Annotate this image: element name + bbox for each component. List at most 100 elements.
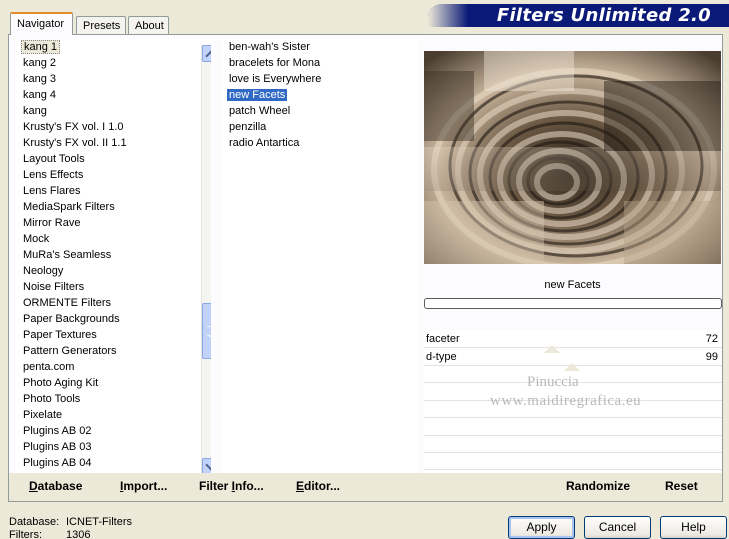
category-item-label: Mock	[23, 233, 50, 245]
scroll-thumb[interactable]	[202, 303, 211, 359]
param-label: faceter	[426, 333, 460, 345]
category-item-label: kang 4	[23, 89, 57, 101]
category-item[interactable]: Layout Tools	[15, 151, 211, 167]
category-item-label: Photo Aging Kit	[23, 377, 99, 389]
filters-count-label: Filters:	[9, 529, 42, 539]
category-item[interactable]: Paper Backgrounds	[15, 311, 211, 327]
category-item-label: Plugins AB 04	[23, 457, 92, 469]
category-item-label: Krusty's FX vol. II 1.1	[23, 137, 127, 149]
filter-info-button[interactable]: Filter Info...	[199, 479, 264, 493]
category-item-label: Pattern Generators	[23, 345, 117, 357]
filter-item[interactable]: bracelets for Mona	[222, 55, 418, 71]
app-title: Filters Unlimited 2.0	[496, 5, 711, 26]
category-item[interactable]: penta.com	[15, 359, 211, 375]
filter-item-label: bracelets for Mona	[229, 57, 321, 69]
filter-item-label: radio Antartica	[229, 137, 300, 149]
navigator-panel: kang 1 kang 2 kang 3 kang 4 kang Krusty's FX …	[8, 34, 723, 502]
category-item[interactable]: Plugins AB 03	[15, 439, 211, 455]
category-item-label: Layout Tools	[23, 153, 85, 165]
category-item-label: Plugins AB 02	[23, 425, 92, 437]
watermark-name: Pinuccia	[527, 374, 579, 390]
randomize-button[interactable]: Randomize	[566, 479, 630, 493]
category-item[interactable]: kang	[15, 103, 211, 119]
category-item[interactable]: Neology	[15, 263, 211, 279]
app-banner: Filters Unlimited 2.0	[428, 4, 729, 27]
database-value: ICNET-Filters	[66, 516, 132, 528]
filter-item-label: ben-wah's Sister	[229, 41, 310, 53]
category-item-label: kang 1	[21, 40, 61, 54]
category-item[interactable]: Plugins AB 02	[15, 423, 211, 439]
category-item-label: kang	[23, 105, 47, 117]
category-item[interactable]: Paper Textures	[15, 327, 211, 343]
category-item[interactable]: kang 1	[15, 39, 211, 55]
filter-item[interactable]: patch Wheel	[222, 103, 418, 119]
category-item[interactable]: MuRa's Seamless	[15, 247, 211, 263]
category-item[interactable]: kang 2	[15, 55, 211, 71]
category-item[interactable]: Noise Filters	[15, 279, 211, 295]
category-item[interactable]: Mirror Rave	[15, 215, 211, 231]
category-item-label: ORMENTE Filters	[23, 297, 111, 309]
category-item-label: Neology	[23, 265, 64, 277]
category-item[interactable]: Pixelate	[15, 407, 211, 423]
category-item[interactable]: Mock	[15, 231, 211, 247]
category-item-label: Krusty's FX vol. I 1.0	[23, 121, 124, 133]
status-info: Database: ICNET-Filters Filters: 1306	[9, 516, 132, 539]
category-item-label: MuRa's Seamless	[23, 249, 112, 261]
import-button[interactable]: Import...	[120, 479, 167, 493]
category-list[interactable]: kang 1 kang 2 kang 3 kang 4 kang Krusty's FX …	[15, 39, 211, 473]
filter-item[interactable]: new Facets	[222, 87, 418, 103]
cancel-button[interactable]: Cancel	[584, 516, 651, 539]
param-value: 99	[705, 351, 718, 363]
category-item[interactable]: Plugins AB 04	[15, 455, 211, 471]
category-item[interactable]: Lens Flares	[15, 183, 211, 199]
param-label: d-type	[426, 351, 457, 363]
category-item[interactable]: ORMENTE Filters	[15, 295, 211, 311]
filter-item[interactable]: love is Everywhere	[222, 71, 418, 87]
facets-preview-graphic	[424, 51, 721, 264]
progress-bar	[424, 298, 722, 309]
category-item-label: Mirror Rave	[23, 217, 81, 229]
category-item[interactable]: kang 4	[15, 87, 211, 103]
filter-item[interactable]: ben-wah's Sister	[222, 39, 418, 55]
help-button[interactable]: Help	[660, 516, 727, 539]
tab-navigator[interactable]: Navigator	[10, 12, 73, 35]
category-item-label: kang 2	[23, 57, 57, 69]
scroll-down-arrow-icon[interactable]	[202, 458, 211, 473]
category-item-label: Paper Textures	[23, 329, 97, 341]
category-item[interactable]: Lens Effects	[15, 167, 211, 183]
database-button[interactable]: Database	[29, 479, 82, 493]
reset-button[interactable]: Reset	[665, 479, 698, 493]
category-item[interactable]: kang 3	[15, 71, 211, 87]
filter-list[interactable]: ben-wah's Sister bracelets for Mona love i…	[222, 39, 418, 473]
category-item-label: Noise Filters	[23, 281, 85, 293]
param-row-empty	[424, 418, 722, 436]
filter-item[interactable]: radio Antartica	[222, 135, 418, 151]
apply-button[interactable]: Apply	[508, 516, 575, 539]
filter-item[interactable]: penzilla	[222, 119, 418, 135]
preview-image	[424, 51, 721, 264]
category-item-label: Lens Flares	[23, 185, 81, 197]
param-row-empty	[424, 453, 722, 471]
category-item[interactable]: Krusty's FX vol. II 1.1	[15, 135, 211, 151]
filter-item-label: love is Everywhere	[229, 73, 322, 85]
category-item[interactable]: Krusty's FX vol. I 1.0	[15, 119, 211, 135]
tab-presets[interactable]: Presets	[76, 16, 126, 35]
category-item-label: Photo Tools	[23, 393, 81, 405]
category-item-label: Pixelate	[23, 409, 63, 421]
scroll-up-arrow-icon[interactable]	[202, 45, 211, 62]
category-item[interactable]: Photo Aging Kit	[15, 375, 211, 391]
category-item[interactable]: MediaSpark Filters	[15, 199, 211, 215]
editor-button[interactable]: Editor...	[296, 479, 340, 493]
category-item[interactable]: Photo Tools	[15, 391, 211, 407]
tab-about[interactable]: About	[128, 16, 169, 35]
category-item-label: kang 3	[23, 73, 57, 85]
filter-item-label: patch Wheel	[229, 105, 291, 117]
param-row-faceter[interactable]: faceter 72	[424, 330, 722, 353]
category-scrollbar[interactable]	[201, 45, 211, 473]
parameter-panel: faceter 72 d-type 99 Pinuccia www.maidir…	[424, 330, 722, 473]
filters-count-value: 1306	[66, 529, 91, 539]
category-item[interactable]: Pattern Generators	[15, 343, 211, 359]
param-row-d-type[interactable]: d-type 99	[424, 348, 722, 371]
param-row-empty	[424, 436, 722, 453]
param-value: 72	[705, 333, 718, 345]
